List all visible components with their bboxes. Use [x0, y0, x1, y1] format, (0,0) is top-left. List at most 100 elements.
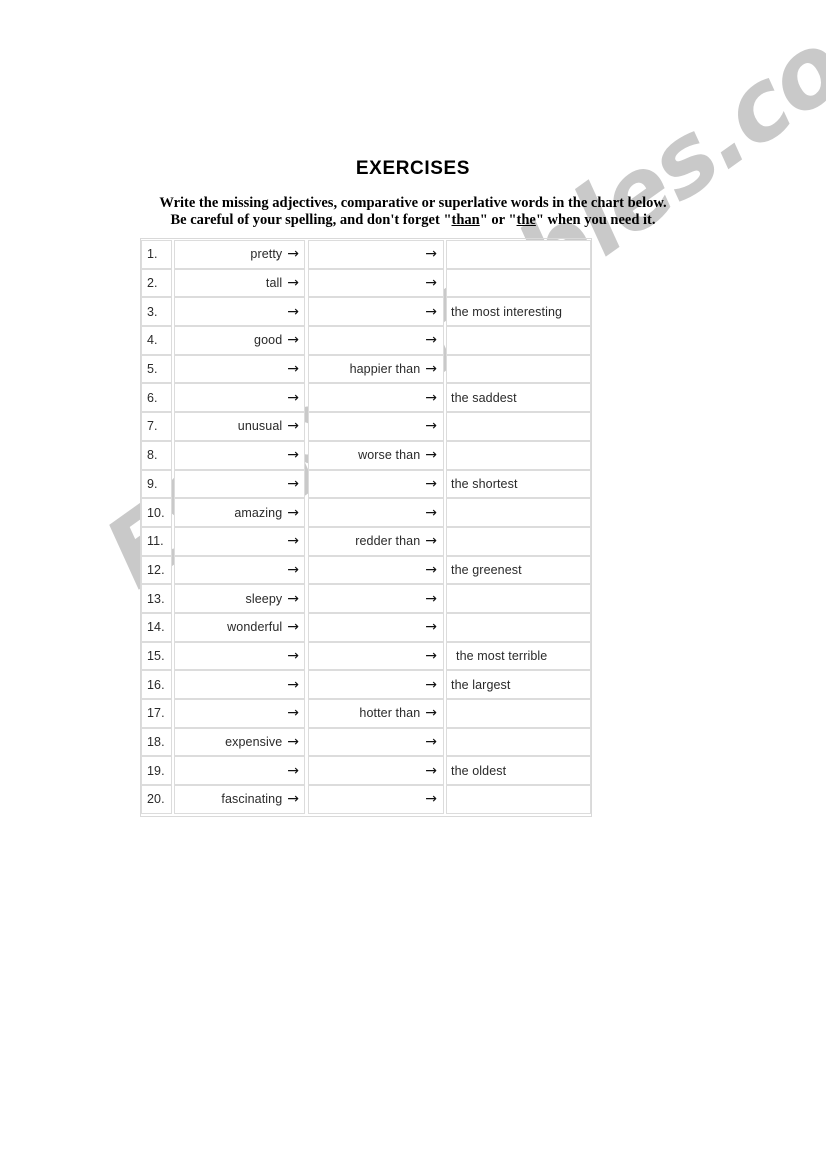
adjective-cell[interactable]: fascinating → — [174, 785, 305, 814]
adjective-cell[interactable]: → — [174, 297, 305, 327]
adjective-cell[interactable]: → — [174, 641, 305, 671]
adjective-cell[interactable]: → — [174, 469, 305, 499]
adjective-cell[interactable]: amazing → — [174, 498, 305, 527]
comparative-cell[interactable]: → — [308, 727, 444, 757]
superlative-cell[interactable] — [446, 526, 591, 556]
superlative-cell[interactable]: the saddest — [446, 383, 591, 413]
arrow-right-icon: → — [287, 676, 299, 693]
arrow-right-icon: → — [425, 676, 437, 693]
comparative-cell[interactable]: hotter than → — [308, 699, 444, 728]
superlative-cell[interactable]: the greenest — [446, 555, 591, 585]
row-number-label: 2. — [147, 276, 158, 291]
adjective-cell[interactable]: → — [174, 440, 305, 470]
comparative-cell[interactable]: → — [308, 498, 444, 527]
arrow-right-icon: → — [287, 762, 299, 779]
adjective-cell[interactable]: → — [174, 555, 305, 585]
superlative-cell[interactable] — [446, 412, 591, 441]
comparative-cell[interactable]: → — [308, 268, 444, 298]
comparative-cell[interactable]: → — [308, 641, 444, 671]
superlative-cell[interactable]: the largest — [446, 670, 591, 699]
row-number-label: 3. — [147, 304, 158, 319]
row-number-label: 13. — [147, 591, 165, 606]
comparative-cell[interactable]: happier than → — [308, 354, 444, 384]
row-number: 2. — [141, 268, 172, 298]
superlative-cell[interactable]: the oldest — [446, 756, 591, 786]
arrow-right-icon: → — [287, 447, 299, 464]
superlative-cell[interactable]: the most terrible — [446, 641, 591, 671]
arrow-right-icon: → — [287, 418, 299, 435]
adjective-text: amazing — [234, 505, 283, 520]
comparative-cell[interactable]: → — [308, 670, 444, 699]
arrow-right-icon: → — [425, 561, 437, 578]
adjective-cell[interactable]: → — [174, 526, 305, 556]
superlative-cell[interactable] — [446, 268, 591, 298]
adjective-cell[interactable]: good → — [174, 326, 305, 355]
adjective-cell[interactable]: tall → — [174, 268, 305, 298]
superlative-cell[interactable] — [446, 440, 591, 470]
superlative-cell[interactable]: the most interesting — [446, 297, 591, 327]
superlative-text: the most interesting — [451, 304, 563, 319]
table-row: 15. → → the most terrible — [141, 641, 591, 671]
adjective-text: fascinating — [221, 792, 283, 807]
comparative-cell[interactable]: worse than → — [308, 440, 444, 470]
superlative-cell[interactable] — [446, 498, 591, 527]
arrow-right-icon: → — [287, 504, 299, 521]
adjective-cell[interactable]: sleepy → — [174, 584, 305, 613]
adjective-cell[interactable]: → — [174, 354, 305, 384]
instructions-line2-part-c: " when you need it. — [535, 211, 656, 228]
arrow-right-icon: → — [287, 791, 299, 808]
row-number-label: 18. — [147, 735, 165, 750]
adjective-cell[interactable]: unusual → — [174, 412, 305, 441]
table-row: 6. → → the saddest — [141, 383, 591, 413]
arrow-right-icon: → — [425, 418, 437, 435]
superlative-cell[interactable] — [446, 584, 591, 613]
superlative-cell[interactable] — [446, 785, 591, 814]
comparative-cell[interactable]: → — [308, 555, 444, 585]
superlative-cell[interactable]: the shortest — [446, 469, 591, 499]
adjective-cell[interactable]: → — [174, 699, 305, 728]
comparative-cell[interactable]: → — [308, 240, 444, 269]
table-row: 20. fascinating → → — [141, 785, 591, 814]
adjective-text: wonderful — [227, 620, 283, 635]
comparative-cell[interactable]: → — [308, 469, 444, 499]
instructions-emphasis-than: than — [451, 211, 480, 228]
arrow-right-icon: → — [287, 561, 299, 578]
comparative-cell[interactable]: redder than → — [308, 526, 444, 556]
superlative-cell[interactable] — [446, 326, 591, 355]
superlative-cell[interactable] — [446, 612, 591, 642]
adjective-cell[interactable]: pretty → — [174, 240, 305, 269]
comparative-cell[interactable]: → — [308, 297, 444, 327]
row-number: 14. — [141, 612, 172, 642]
arrow-right-icon: → — [425, 332, 437, 349]
comparative-text: redder than — [355, 534, 421, 549]
adjective-cell[interactable]: → — [174, 756, 305, 786]
comparative-cell[interactable]: → — [308, 612, 444, 642]
comparative-cell[interactable]: → — [308, 785, 444, 814]
adjective-text: unusual — [237, 419, 283, 434]
superlative-cell[interactable] — [446, 240, 591, 269]
arrow-right-icon: → — [425, 504, 437, 521]
adjective-cell[interactable]: → — [174, 383, 305, 413]
row-number: 9. — [141, 469, 172, 499]
comparative-cell[interactable]: → — [308, 326, 444, 355]
adjective-cell[interactable]: → — [174, 670, 305, 699]
row-number: 7. — [141, 412, 172, 441]
comparative-cell[interactable]: → — [308, 584, 444, 613]
row-number: 5. — [141, 354, 172, 384]
row-number-label: 1. — [147, 247, 158, 262]
superlative-cell[interactable] — [446, 699, 591, 728]
comparative-cell[interactable]: → — [308, 756, 444, 786]
arrow-right-icon: → — [287, 246, 299, 263]
table-row: 8. → worse than → — [141, 440, 591, 470]
table-row: 14. wonderful → → — [141, 612, 591, 642]
superlative-cell[interactable] — [446, 354, 591, 384]
adjective-cell[interactable]: expensive → — [174, 727, 305, 757]
row-number-label: 19. — [147, 763, 165, 778]
adjective-cell[interactable]: wonderful → — [174, 612, 305, 642]
superlative-cell[interactable] — [446, 727, 591, 757]
comparative-cell[interactable]: → — [308, 412, 444, 441]
adjective-text: sleepy — [245, 591, 283, 606]
comparative-cell[interactable]: → — [308, 383, 444, 413]
instructions-line-1: Write the missing adjectives, comparativ… — [0, 195, 826, 212]
arrow-right-icon: → — [425, 762, 437, 779]
